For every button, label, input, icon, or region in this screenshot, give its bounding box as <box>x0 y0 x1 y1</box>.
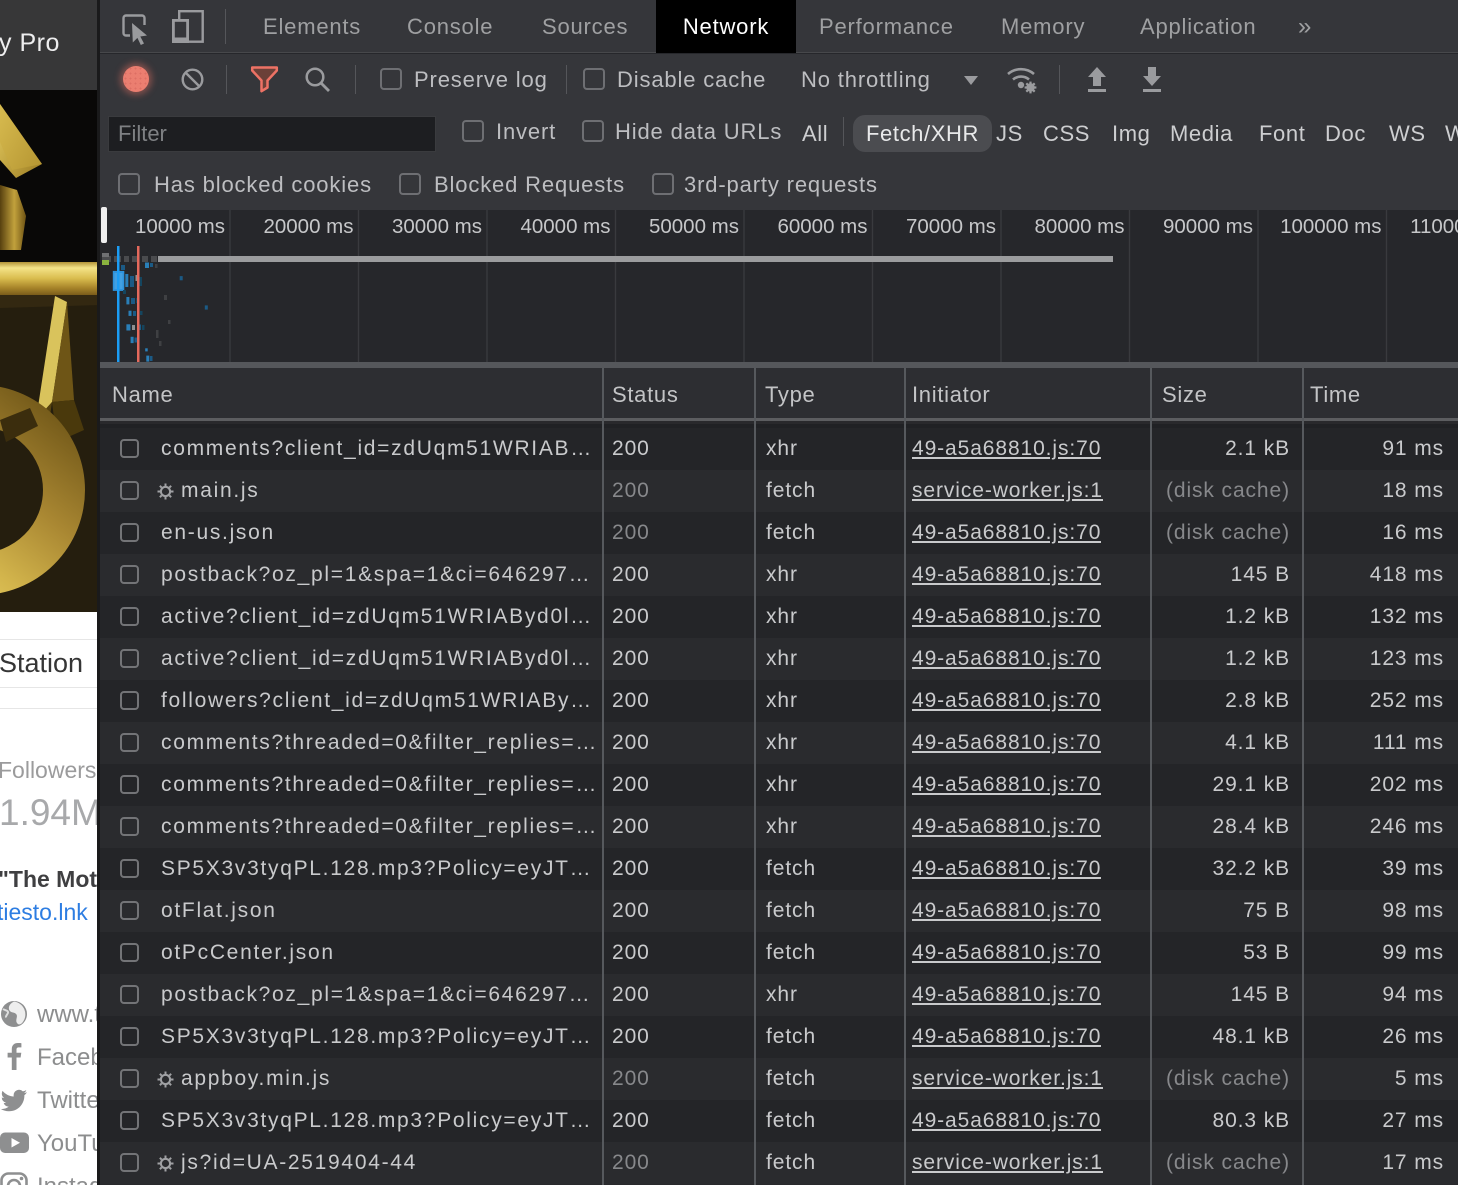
svg-text:30000 ms: 30000 ms <box>392 215 482 238</box>
svg-text:20000 ms: 20000 ms <box>263 215 353 238</box>
svg-text:40000 ms: 40000 ms <box>520 215 610 238</box>
svg-text:50000 ms: 50000 ms <box>649 215 739 238</box>
svg-text:90000 ms: 90000 ms <box>1163 215 1253 238</box>
svg-text:10000 ms: 10000 ms <box>135 215 225 238</box>
svg-text:70000 ms: 70000 ms <box>906 215 996 238</box>
svg-text:100000 ms: 100000 ms <box>1280 215 1381 238</box>
svg-text:60000 ms: 60000 ms <box>777 215 867 238</box>
svg-text:80000 ms: 80000 ms <box>1034 215 1124 238</box>
svg-text:110000 ms: 110000 ms <box>1410 215 1458 238</box>
